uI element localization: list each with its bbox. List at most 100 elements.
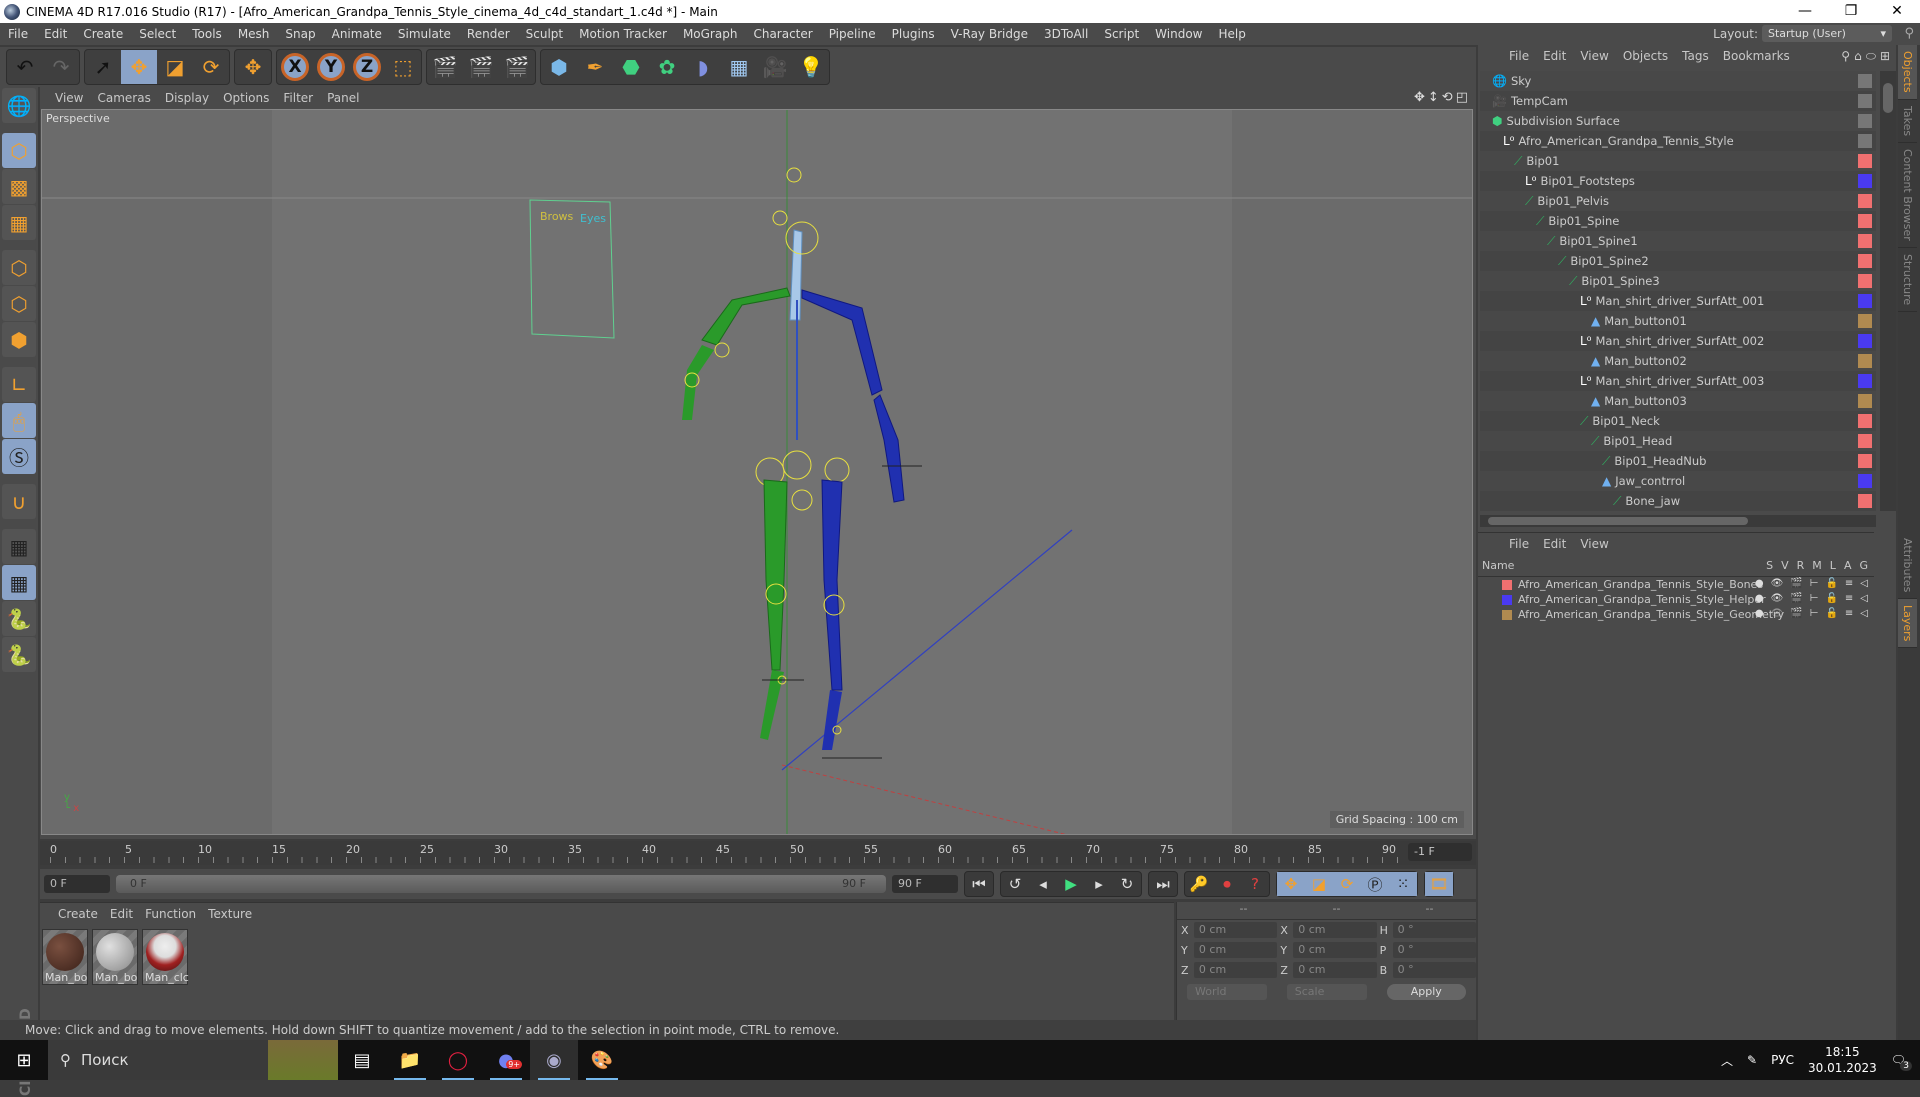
floor-icon[interactable]: ▦: [721, 50, 757, 84]
col-animation[interactable]: A: [1844, 559, 1852, 572]
layer-tag-swatch[interactable]: [1858, 334, 1872, 348]
pen-spline-icon[interactable]: ✒: [577, 50, 613, 84]
tweak-mode-icon[interactable]: 🖱: [2, 403, 36, 438]
go-to-start-button[interactable]: ⏮: [965, 872, 993, 896]
col-generators[interactable]: G: [1859, 559, 1868, 572]
render-settings-icon[interactable]: 🎬: [499, 50, 535, 84]
search-icon[interactable]: ⚲: [1904, 26, 1914, 41]
menu-pipeline[interactable]: Pipeline: [821, 27, 884, 41]
next-key-button[interactable]: ↻: [1113, 872, 1141, 896]
next-frame-button[interactable]: ▸: [1085, 872, 1113, 896]
col-solo[interactable]: S: [1766, 559, 1773, 572]
dolly-icon[interactable]: ↕: [1428, 90, 1439, 105]
close-button[interactable]: ✕: [1874, 0, 1920, 23]
layer-tag-swatch[interactable]: [1858, 114, 1872, 128]
clock[interactable]: 18:15 30.01.2023: [1808, 1044, 1877, 1076]
object-row[interactable]: ⬢ Subdivision Surface: [1480, 111, 1876, 131]
undo-icon[interactable]: ↶: [7, 50, 43, 84]
z-axis-lock-icon[interactable]: Z: [349, 50, 385, 84]
layer-tag-swatch[interactable]: [1858, 474, 1872, 488]
layer-tag-swatch[interactable]: [1858, 194, 1872, 208]
menu-vray-bridge[interactable]: V-Ray Bridge: [943, 27, 1036, 41]
material-menu-texture[interactable]: Texture: [202, 907, 258, 921]
previous-key-button[interactable]: ↺: [1001, 872, 1029, 896]
notifications-icon[interactable]: 🗨 3: [1891, 1053, 1912, 1071]
layer-tag-swatch[interactable]: [1858, 274, 1872, 288]
menu-script[interactable]: Script: [1096, 27, 1147, 41]
record-keys-icon[interactable]: 🔑: [1185, 872, 1213, 896]
start-button[interactable]: ⊞: [0, 1040, 48, 1080]
transform-type-dropdown[interactable]: Scale: [1286, 984, 1367, 1000]
render-view-icon[interactable]: 🎬: [427, 50, 463, 84]
key-position-icon[interactable]: ✥: [1277, 872, 1305, 896]
workplane-sync-icon[interactable]: ▦: [2, 565, 36, 600]
object-row[interactable]: ⟋ Bip01_Spine2: [1480, 251, 1876, 271]
key-scale-icon[interactable]: ◪: [1305, 872, 1333, 896]
viewport-menu-view[interactable]: View: [48, 91, 90, 105]
tab-layers[interactable]: Layers: [1898, 599, 1917, 649]
current-frame-field[interactable]: -1 F: [1408, 843, 1472, 861]
menu-file[interactable]: File: [0, 27, 36, 41]
object-row[interactable]: 🎥 TempCam: [1480, 91, 1876, 111]
object-row[interactable]: ⟋ Bip01_Head: [1480, 431, 1876, 451]
cinema4d-taskbar-icon[interactable]: ◉: [530, 1040, 578, 1080]
size-x-field[interactable]: 0 cm: [1293, 922, 1377, 938]
layer-row[interactable]: Afro_American_Grandpa_Tennis_Style_Helpe…: [1478, 592, 1874, 607]
menu-character[interactable]: Character: [745, 27, 820, 41]
last-tool-icon[interactable]: ✥: [235, 50, 271, 84]
layer-tag-swatch[interactable]: [1858, 414, 1872, 428]
layer-tag-swatch[interactable]: [1858, 234, 1872, 248]
layer-tag-swatch[interactable]: [1858, 94, 1872, 108]
previous-frame-button[interactable]: ◂: [1029, 872, 1057, 896]
om-menu-edit[interactable]: Edit: [1536, 49, 1573, 63]
coordinate-system-dropdown[interactable]: World: [1187, 984, 1267, 1000]
key-point-level-icon[interactable]: ⁙: [1389, 872, 1417, 896]
viewport-menu-display[interactable]: Display: [158, 91, 216, 105]
object-row[interactable]: ⟋ Bip01_Spine1: [1480, 231, 1876, 251]
pan-icon[interactable]: ✥: [1414, 90, 1425, 105]
python-icon-2[interactable]: 🐍: [2, 637, 36, 672]
om-menu-tags[interactable]: Tags: [1675, 49, 1716, 63]
object-row[interactable]: ▲ Jaw_contrrol: [1480, 471, 1876, 491]
object-list-hscrollbar[interactable]: [1480, 515, 1876, 527]
viewport-menu-options[interactable]: Options: [216, 91, 276, 105]
menu-render[interactable]: Render: [459, 27, 518, 41]
object-row[interactable]: L⁰ Afro_American_Grandpa_Tennis_Style: [1480, 131, 1876, 151]
position-z-field[interactable]: 0 cm: [1193, 962, 1278, 978]
om-menu-file[interactable]: File: [1502, 49, 1536, 63]
y-axis-lock-icon[interactable]: Y: [313, 50, 349, 84]
material-menu-function[interactable]: Function: [139, 907, 202, 921]
menu-simulate[interactable]: Simulate: [390, 27, 459, 41]
layer-tag-swatch[interactable]: [1858, 214, 1872, 228]
workplane-lock-icon[interactable]: ▦: [2, 529, 36, 564]
python-icon[interactable]: 🐍: [2, 601, 36, 636]
layer-tag-swatch[interactable]: [1858, 74, 1872, 88]
object-row[interactable]: L⁰ Bip01_Footsteps: [1480, 171, 1876, 191]
menu-select[interactable]: Select: [131, 27, 184, 41]
paint-icon[interactable]: 🎨: [578, 1040, 626, 1080]
opera-icon[interactable]: ◯: [434, 1040, 482, 1080]
maximize-icon[interactable]: ◰: [1456, 90, 1468, 105]
tab-takes[interactable]: Takes: [1898, 100, 1917, 143]
move-icon[interactable]: ✥: [121, 50, 157, 84]
om-menu-bookmarks[interactable]: Bookmarks: [1716, 49, 1797, 63]
light-icon[interactable]: 💡: [793, 50, 829, 84]
points-mode-icon[interactable]: ⬡: [2, 250, 36, 285]
world-coordinates-icon[interactable]: ⬚: [385, 50, 421, 84]
polygons-mode-icon[interactable]: ⬢: [2, 322, 36, 357]
col-render[interactable]: R: [1797, 559, 1805, 572]
preview-range-slider[interactable]: 0 F 90 F: [116, 875, 886, 893]
file-explorer-icon[interactable]: 📁: [386, 1040, 434, 1080]
key-parameter-icon[interactable]: Ⓟ: [1361, 872, 1389, 896]
taskbar-search[interactable]: ⚲ Поиск: [48, 1040, 338, 1080]
object-row[interactable]: 🌐 Sky: [1480, 71, 1876, 91]
position-y-field[interactable]: 0 cm: [1193, 942, 1278, 958]
go-to-end-button[interactable]: ⏭: [1149, 872, 1177, 896]
menu-animate[interactable]: Animate: [324, 27, 390, 41]
snap-magnet-icon[interactable]: ∪: [2, 484, 36, 519]
menu-help[interactable]: Help: [1210, 27, 1253, 41]
rotate-icon[interactable]: ⟳: [193, 50, 229, 84]
timeline-window-icon[interactable]: 🎞: [1425, 872, 1453, 896]
object-row[interactable]: ▲ Man_button03: [1480, 391, 1876, 411]
menu-snap[interactable]: Snap: [277, 27, 323, 41]
